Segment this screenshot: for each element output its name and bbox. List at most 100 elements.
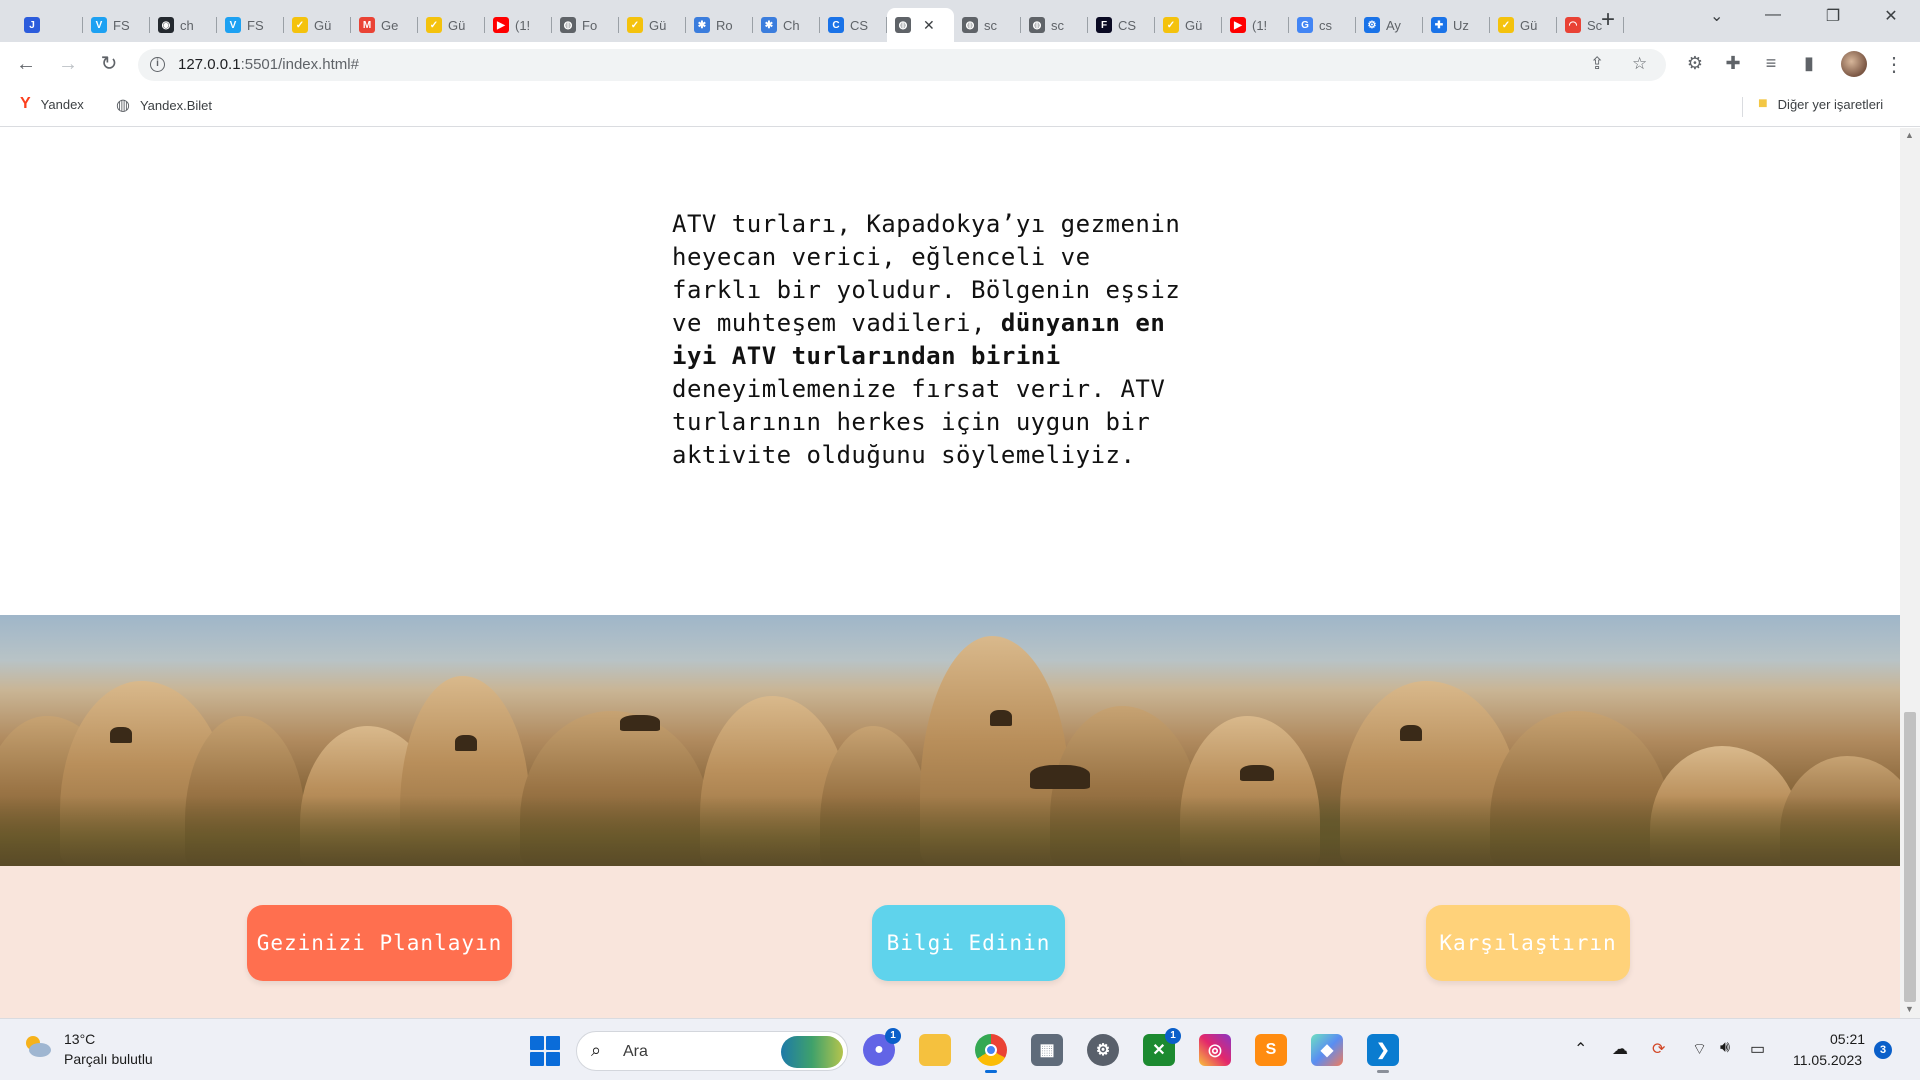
browser-tab[interactable]: ✚ Uz	[1423, 8, 1490, 42]
xbox-icon[interactable]: ✕ 1	[1143, 1028, 1181, 1066]
address-bar[interactable]: i 127.0.0.1:5501/index.html# ⇪ ☆	[138, 49, 1666, 81]
sync-icon[interactable]: ⟳	[1652, 1039, 1665, 1059]
plan-trip-button[interactable]: Gezinizi Planlayın	[247, 905, 512, 981]
other-bookmarks-folder[interactable]: ■ Diğer yer işaretleri	[1758, 95, 1883, 113]
minimize-icon[interactable]: —	[1758, 6, 1788, 24]
partly-cloudy-icon[interactable]	[22, 1033, 52, 1059]
tray-chevron-up-icon[interactable]: ⌃	[1574, 1039, 1587, 1059]
v-icon: V	[91, 17, 107, 33]
extensions-puzzle-icon[interactable]: ✚	[1722, 53, 1744, 74]
page-scrollbar[interactable]: ▲ ▼	[1900, 128, 1920, 1018]
youtube-icon: ▶	[493, 17, 509, 33]
globe-icon: ◍	[962, 17, 978, 33]
browser-tab[interactable]: ◍ sc	[954, 8, 1021, 42]
weather-description[interactable]: Parçalı bulutlu	[64, 1051, 153, 1067]
browser-tab[interactable]: V FS	[83, 8, 150, 42]
start-windows-icon[interactable]	[530, 1036, 560, 1066]
browser-tab[interactable]: ◍ Fo	[552, 8, 619, 42]
get-info-button[interactable]: Bilgi Edinin	[872, 905, 1065, 981]
browser-tab[interactable]: ✓ Gü	[619, 8, 686, 42]
weather-temperature[interactable]: 13°C	[64, 1031, 95, 1047]
share-icon[interactable]: ⇪	[1590, 54, 1604, 74]
teams-chat-icon[interactable]: ● 1	[863, 1028, 901, 1066]
tab-close-icon[interactable]: ✕	[923, 17, 935, 34]
browser-tab[interactable]: J	[16, 8, 83, 42]
restore-icon[interactable]: ❐	[1818, 6, 1848, 26]
browser-tab[interactable]: ✱ Ro	[686, 8, 753, 42]
file-explorer-icon[interactable]	[919, 1034, 951, 1066]
calculator-icon[interactable]: ▦	[1031, 1034, 1063, 1066]
bookmark-yandex[interactable]: Y Yandex	[20, 95, 84, 113]
compare-button[interactable]: Karşılaştırın	[1426, 905, 1630, 981]
v-icon: V	[225, 17, 241, 33]
puzzle-color-icon: ✱	[694, 17, 710, 33]
browser-tab[interactable]: ✓ Gü	[1490, 8, 1557, 42]
side-panel-icon[interactable]: ▮	[1798, 53, 1820, 74]
site-info-icon[interactable]: i	[150, 57, 165, 72]
settings-icon[interactable]: ⚙	[1087, 1034, 1119, 1066]
bookmark-star-icon[interactable]: ☆	[1632, 54, 1647, 74]
close-window-icon[interactable]: ✕	[1876, 6, 1906, 26]
browser-tab[interactable]: ◍ ✕	[887, 8, 954, 42]
bookmark-yandex-bilet[interactable]: ◍ Yandex.Bilet	[116, 95, 212, 115]
clock-time[interactable]: 05:21	[1830, 1031, 1865, 1047]
browser-tab[interactable]: ✓ Gü	[284, 8, 351, 42]
wifi-icon[interactable]: ⌔	[1692, 1039, 1707, 1059]
battery-icon[interactable]: ▭	[1750, 1039, 1765, 1059]
browser-tab[interactable]: ◉ ch	[150, 8, 217, 42]
other-bookmarks-label: Diğer yer işaretleri	[1777, 96, 1884, 112]
browser-tab[interactable]: V FS	[217, 8, 284, 42]
browser-tab[interactable]: F CS	[1088, 8, 1155, 42]
browser-tab[interactable]: M Ge	[351, 8, 418, 42]
back-arrow-icon[interactable]: ←	[14, 52, 38, 76]
scroll-thumb[interactable]	[1904, 712, 1916, 1002]
reload-icon[interactable]: ↻	[97, 52, 121, 76]
kebab-menu-icon[interactable]: ⋮	[1884, 52, 1904, 77]
browser-tab[interactable]: ▶ (1!	[1222, 8, 1289, 42]
vscode-icon[interactable]: ❯	[1367, 1034, 1399, 1073]
gitkraken-icon[interactable]: ◆	[1311, 1034, 1343, 1066]
rainbow-icon: ◠	[1565, 17, 1581, 33]
jira-icon: J	[24, 17, 40, 33]
browser-tab[interactable]: ✱ Ch	[753, 8, 820, 42]
tab-title: Ro	[716, 17, 733, 33]
sublime-text-icon[interactable]: S	[1255, 1034, 1287, 1066]
scroll-up-arrow-icon[interactable]: ▲	[1905, 130, 1914, 140]
tab-title: Gü	[314, 17, 332, 33]
globe-icon: ◍	[560, 17, 576, 33]
browser-tab[interactable]: ✓ Gü	[418, 8, 485, 42]
volume-icon[interactable]: 🔊︎	[1720, 1039, 1730, 1057]
chat-badge: 1	[885, 1028, 901, 1044]
browser-tab[interactable]: C CS	[820, 8, 887, 42]
tab-title: Ay	[1386, 17, 1401, 33]
forward-arrow-icon[interactable]: →	[56, 52, 80, 76]
tab-title: Gü	[1520, 17, 1538, 33]
tab-search-chevron-icon[interactable]: ⌄	[1710, 6, 1723, 26]
taskbar-search[interactable]: ⌕ Ara	[576, 1031, 848, 1071]
onedrive-cloud-icon[interactable]: ☁	[1612, 1039, 1628, 1059]
clock-date[interactable]: 11.05.2023	[1793, 1052, 1862, 1068]
extension-translate-icon[interactable]: ⚙	[1684, 53, 1706, 74]
chrome-icon[interactable]	[975, 1034, 1007, 1073]
browser-tab[interactable]: ◍ sc	[1021, 8, 1088, 42]
globe-icon: ◍	[116, 97, 130, 114]
check-icon: ✓	[1163, 17, 1179, 33]
yandex-icon: Y	[20, 95, 31, 112]
google-icon: G	[1297, 17, 1313, 33]
new-tab-button[interactable]: +	[1601, 6, 1615, 34]
url-text[interactable]: 127.0.0.1:5501/index.html#	[178, 56, 359, 73]
tab-title: sc	[984, 17, 997, 33]
browser-tab[interactable]: Gcs	[1289, 8, 1356, 42]
notification-badge[interactable]: 3	[1874, 1041, 1892, 1059]
browser-tab[interactable]: ✓ Gü	[1155, 8, 1222, 42]
tab-title: FS	[113, 17, 130, 33]
scroll-down-arrow-icon[interactable]: ▼	[1905, 1004, 1914, 1014]
media-control-icon[interactable]: ≡	[1760, 53, 1782, 74]
instagram-icon[interactable]: ◎	[1199, 1034, 1231, 1066]
browser-tab[interactable]: ▶ (1!	[485, 8, 552, 42]
xbox-badge: 1	[1165, 1028, 1181, 1044]
tab-title: Uz	[1453, 17, 1469, 33]
profile-avatar[interactable]	[1841, 51, 1867, 77]
browser-tab[interactable]: ⚙ Ay	[1356, 8, 1423, 42]
github-icon: ◉	[158, 17, 174, 33]
